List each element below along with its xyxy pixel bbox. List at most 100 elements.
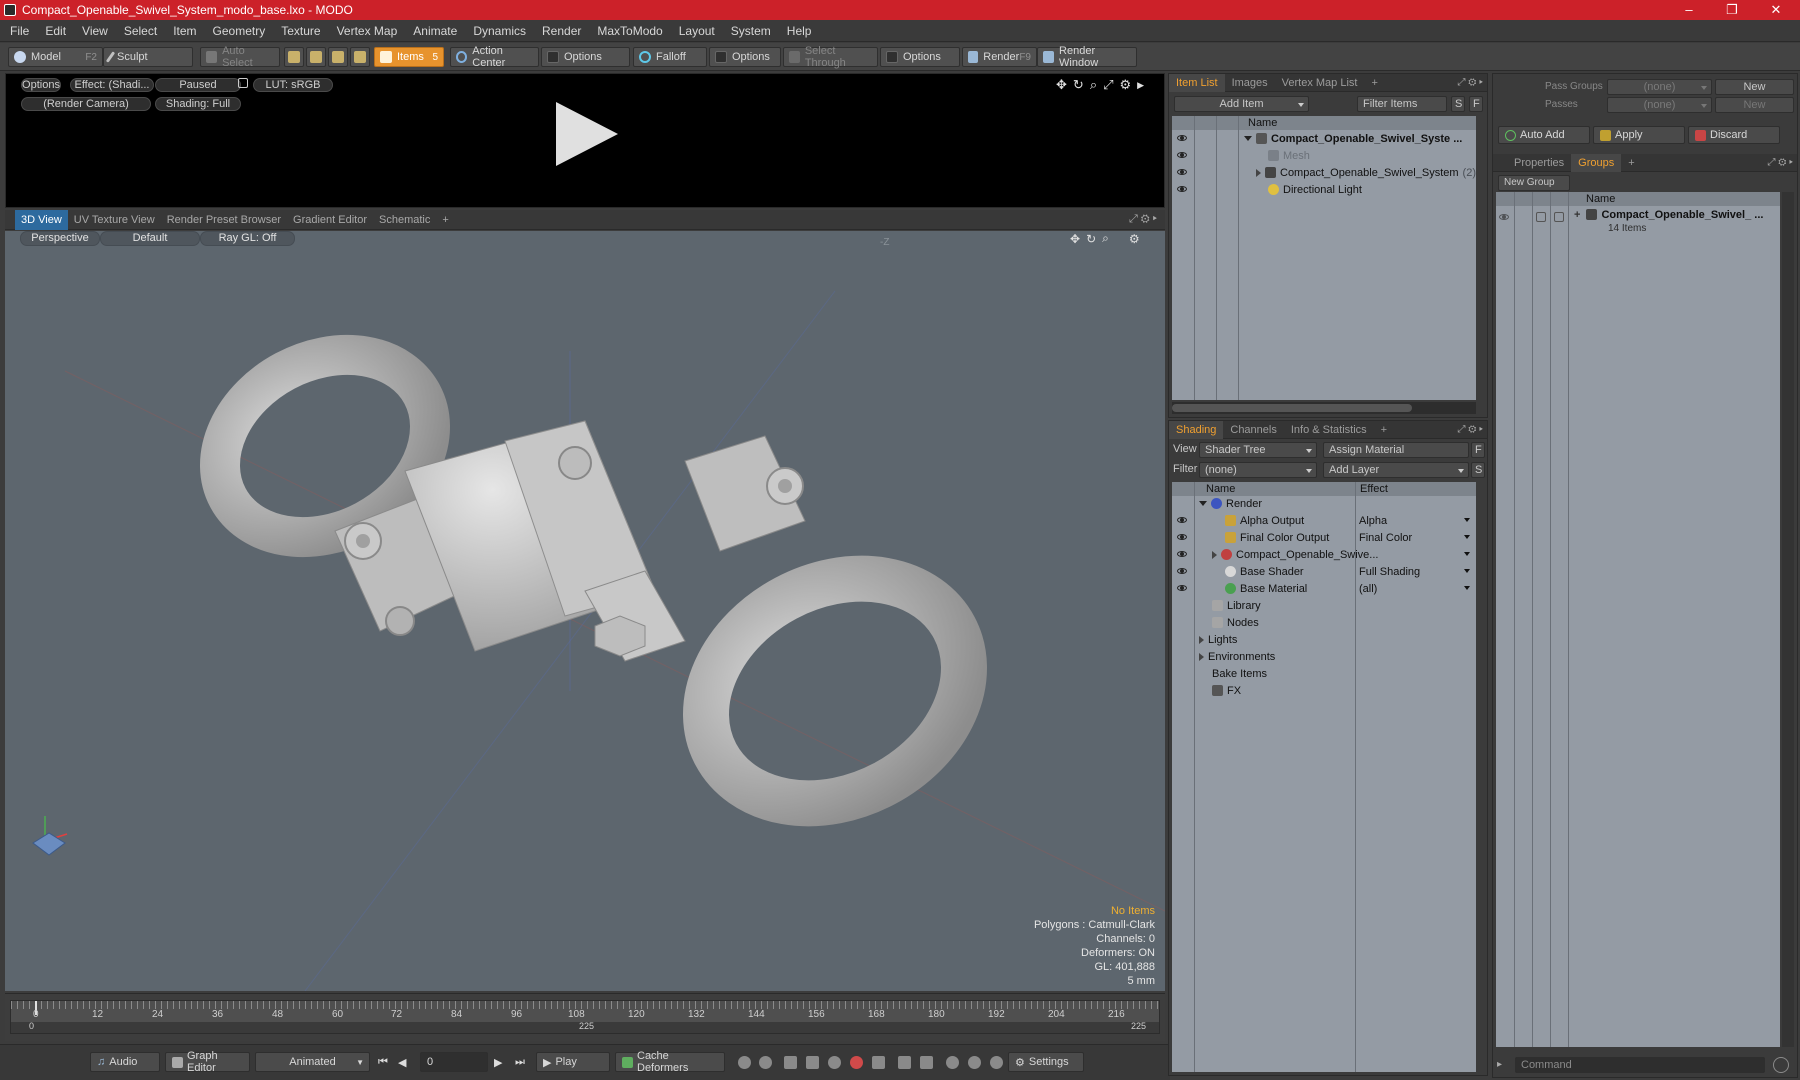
move-view-icon[interactable]: ✥ [1056,77,1067,93]
preview-effect-dropdown[interactable]: Effect: (Shadi... [70,78,154,92]
arrow-right-icon[interactable]: ▶ [1137,80,1144,91]
tab-properties[interactable]: Properties [1507,154,1571,172]
prev-key-icon[interactable] [784,1056,797,1069]
horizontal-scrollbar[interactable] [1172,402,1476,414]
tab-item-list[interactable]: Item List [1169,73,1225,92]
apply-button[interactable]: Apply [1593,126,1685,144]
add-layer-dropdown[interactable]: Add Layer [1323,462,1469,478]
new-pass-group-button[interactable]: New [1715,79,1794,95]
menu-item[interactable]: Item [165,20,204,42]
visibility-eye-icon[interactable] [1177,585,1187,591]
visibility-eye-icon[interactable] [1177,568,1187,574]
menu-layout[interactable]: Layout [671,20,723,42]
shader-row-bake-items[interactable]: Bake Items [1212,665,1267,682]
visibility-eye-icon[interactable] [1177,517,1187,523]
shader-row-fx[interactable]: FX [1212,682,1241,699]
model-mode-button[interactable]: Model F2 [8,47,103,67]
visibility-eye-icon[interactable] [1177,152,1187,158]
minimize-button[interactable]: – [1670,0,1708,20]
auto-key-icon[interactable] [828,1056,841,1069]
tab-gradient-editor[interactable]: Gradient Editor [287,210,373,230]
loop-icon[interactable] [946,1056,959,1069]
menu-geometry[interactable]: Geometry [205,20,274,42]
visibility-eye-icon[interactable] [1177,186,1187,192]
menu-render[interactable]: Render [534,20,589,42]
falloff-button[interactable]: Falloff [633,47,707,67]
key-icon[interactable] [738,1056,751,1069]
visibility-eye-icon[interactable] [1177,551,1187,557]
select-through-options-button[interactable]: Options [880,47,960,67]
render-camera-dropdown[interactable]: (Render Camera) [21,97,151,111]
add-tab-button[interactable]: + [1374,421,1394,439]
menu-help[interactable]: Help [779,20,820,42]
items-mode-button[interactable]: Items 5 [374,47,444,67]
menu-select[interactable]: Select [116,20,165,42]
pass-groups-dropdown[interactable]: (none) [1607,79,1712,95]
filter-items-field[interactable]: Filter Items [1357,96,1447,112]
shading-dropdown[interactable]: Shading: Full [155,97,241,111]
falloff-options-button[interactable]: Options [709,47,781,67]
shader-row-render[interactable]: Render [1199,495,1262,512]
s-button[interactable]: S [1451,96,1465,112]
add-item-dropdown[interactable]: Add Item [1174,96,1309,112]
group-row[interactable]: + Compact_Openable_Swivel_ ... [1574,206,1763,223]
add-tab-button[interactable]: + [1621,154,1641,172]
visibility-eye-icon[interactable] [1177,534,1187,540]
vertical-scrollbar[interactable] [1782,192,1794,1047]
command-history-icon[interactable] [1773,1057,1789,1073]
record-icon[interactable] [850,1056,863,1069]
assign-material-button[interactable]: Assign Material [1323,442,1469,458]
s-button[interactable]: S [1471,462,1485,478]
panel-gear-icon[interactable]: ⤢ ⚙ ▸ [1767,157,1793,168]
select-through-button[interactable]: Select Through [783,45,878,69]
maximize-view-icon[interactable]: ⤢ [1103,77,1113,93]
visibility-eye-icon[interactable] [1177,135,1187,141]
panel-gear-icon[interactable]: ⤢ ⚙ ▸ [1457,77,1483,88]
final-color-effect-dropdown[interactable]: Final Color [1359,529,1474,546]
base-shader-effect-dropdown[interactable]: Full Shading [1359,563,1474,580]
shader-row-environments[interactable]: Environments [1199,648,1275,665]
play-button[interactable]: ▶ Play [536,1052,610,1072]
menu-system[interactable]: System [723,20,779,42]
add-tab-button[interactable]: + [1364,74,1384,92]
lock-icon[interactable] [238,78,248,88]
vertices-mode-button[interactable] [284,47,304,67]
shader-row-lights[interactable]: Lights [1199,631,1237,648]
menu-view[interactable]: View [74,20,116,42]
visibility-eye-icon[interactable] [1499,214,1509,220]
shader-row-library[interactable]: Library [1212,597,1261,614]
menu-animate[interactable]: Animate [405,20,465,42]
shader-row-swivel-material[interactable]: Compact_Openable_Swive... [1212,546,1378,563]
passes-dropdown[interactable]: (none) [1607,97,1712,113]
menu-dynamics[interactable]: Dynamics [465,20,534,42]
edges-mode-button[interactable] [306,47,326,67]
skip-start-icon[interactable]: ⏮ [378,1056,388,1069]
tab-info-statistics[interactable]: Info & Statistics [1284,421,1374,439]
maximize-button[interactable]: ❐ [1713,0,1751,20]
lut-dropdown[interactable]: LUT: sRGB [253,78,333,92]
settings-button[interactable]: ⚙ Settings [1008,1052,1084,1072]
animated-dropdown[interactable]: Animated ▼ [255,1052,370,1072]
action-center-button[interactable]: Action Center [450,45,539,69]
auto-add-button[interactable]: Auto Add [1498,126,1590,144]
frame-input[interactable]: 0 [420,1052,488,1072]
graph-editor-button[interactable]: Graph Editor [165,1050,250,1074]
tree-item-scene[interactable]: Compact_Openable_Swivel_Syste ... [1244,130,1462,147]
panel-gear-icon[interactable]: ⤢ ⚙ ▸ [1457,424,1483,435]
sculpt-mode-button[interactable]: Sculpt [103,47,193,67]
tree-item-swivel-group[interactable]: Compact_Openable_Swivel_System (2) [1256,164,1476,181]
last-key-icon[interactable] [920,1056,933,1069]
discard-button[interactable]: Discard [1688,126,1780,144]
new-pass-button[interactable]: New [1715,97,1794,113]
render-window-button[interactable]: Render Window [1037,45,1137,69]
shader-row-alpha-output[interactable]: Alpha Output [1225,512,1304,529]
action-center-options-button[interactable]: Options [541,47,630,67]
tab-schematic[interactable]: Schematic [373,210,436,230]
new-group-button[interactable]: New Group [1498,175,1570,191]
tab-groups[interactable]: Groups [1571,153,1622,172]
tab-vertex-map-list[interactable]: Vertex Map List [1275,74,1365,92]
skip-end-icon[interactable]: ⏭ [515,1056,525,1069]
lock-checkbox[interactable] [1536,212,1546,222]
select-checkbox[interactable] [1554,212,1564,222]
zoom-view-icon[interactable]: ⌕ [1090,77,1097,93]
